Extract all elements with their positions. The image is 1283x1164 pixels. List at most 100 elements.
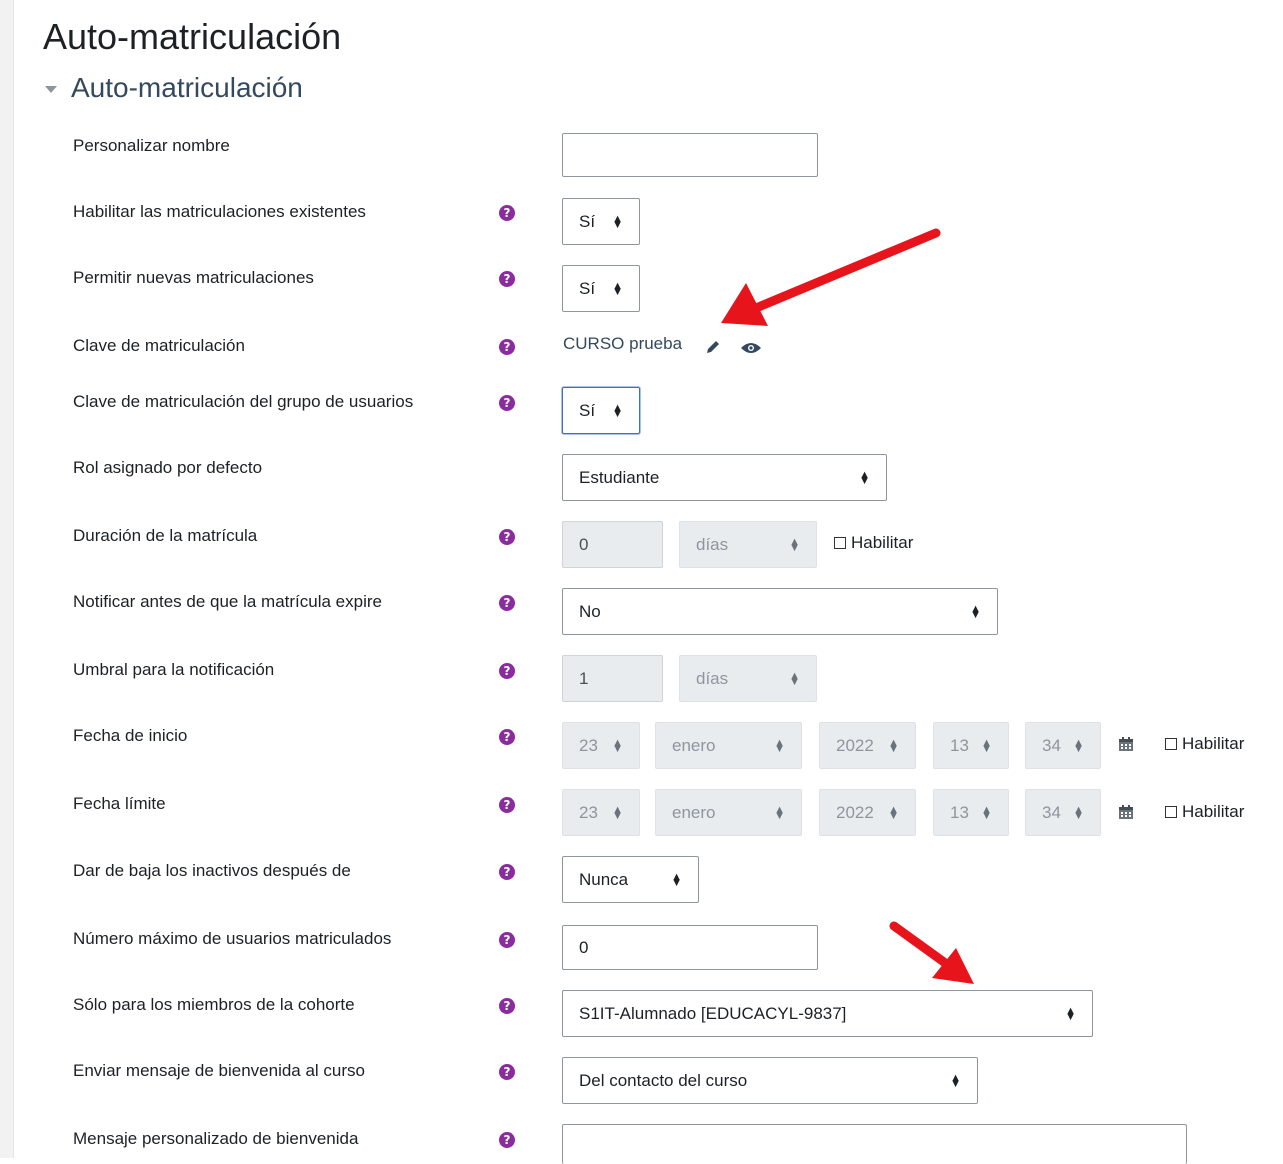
help-icon[interactable]: ? <box>499 339 515 355</box>
threshold-input[interactable]: 1 <box>562 655 663 702</box>
help-icon[interactable]: ? <box>499 663 515 679</box>
annotation-arrow-icon <box>721 228 941 326</box>
select-value: Sí <box>579 400 596 420</box>
end-date-label: Fecha límite <box>73 794 166 813</box>
help-icon[interactable]: ? <box>499 729 515 745</box>
duration-unit-select[interactable]: días ▲ ▼ <box>679 521 817 568</box>
select-value: Sí <box>579 278 596 298</box>
notify-select[interactable]: No ▲ ▼ <box>562 588 998 635</box>
annotation-arrow-icon <box>889 921 974 984</box>
select-value: 34 <box>1042 735 1061 755</box>
welcome-select[interactable]: Del contacto del curso ▲ ▼ <box>562 1057 978 1104</box>
select-value: 13 <box>950 802 969 822</box>
select-value: Nunca <box>579 869 629 889</box>
custom-name-label: Personalizar nombre <box>73 136 230 155</box>
end-date-enable-checkbox[interactable]: Habilitar <box>1165 802 1244 822</box>
checkbox-label: Habilitar <box>1182 734 1245 753</box>
select-value: 34 <box>1042 802 1061 822</box>
select-value: días <box>696 534 729 554</box>
select-arrows-icon: ▲ ▼ <box>888 803 899 822</box>
calendar-icon[interactable] <box>1118 804 1134 820</box>
threshold-unit-select[interactable]: días ▲ ▼ <box>679 655 817 702</box>
select-arrows-icon: ▲ ▼ <box>612 803 623 822</box>
select-arrows-icon: ▲ ▼ <box>789 669 800 688</box>
select-arrows-icon: ▲ ▼ <box>859 468 870 487</box>
max-enrolled-input[interactable]: 0 <box>562 925 818 970</box>
enable-existing-label: Habilitar las matriculaciones existentes <box>73 202 366 221</box>
threshold-label: Umbral para la notificación <box>73 660 275 679</box>
checkbox-box[interactable] <box>1165 806 1177 818</box>
select-arrows-icon: ▲ ▼ <box>612 279 623 298</box>
select-value: 23 <box>579 735 598 755</box>
allow-new-select[interactable]: Sí ▲ ▼ <box>562 265 640 312</box>
select-arrows-icon: ▲ ▼ <box>970 602 981 621</box>
group-key-select[interactable]: Sí ▲ ▼ <box>562 387 640 434</box>
start-hour-select[interactable]: 13 ▲ ▼ <box>933 722 1009 769</box>
duration-label: Duración de la matrícula <box>73 526 258 545</box>
help-icon[interactable]: ? <box>499 1132 515 1148</box>
end-year-select[interactable]: 2022 ▲ ▼ <box>819 789 916 836</box>
select-value: 2022 <box>836 735 874 755</box>
cohort-select[interactable]: S1IT-Alumnado [EDUCACYL-9837] ▲ ▼ <box>562 990 1093 1037</box>
help-icon[interactable]: ? <box>499 205 515 221</box>
select-arrows-icon: ▲ ▼ <box>981 736 992 755</box>
calendar-icon[interactable] <box>1118 736 1134 752</box>
help-icon[interactable]: ? <box>499 998 515 1014</box>
select-arrows-icon: ▲ ▼ <box>671 870 682 889</box>
unenrol-inactive-select[interactable]: Nunca ▲ ▼ <box>562 856 699 903</box>
enrol-key-value[interactable]: CURSO prueba <box>563 334 682 354</box>
start-month-select[interactable]: enero ▲ ▼ <box>655 722 802 769</box>
help-icon[interactable]: ? <box>499 797 515 813</box>
help-icon[interactable]: ? <box>499 864 515 880</box>
notify-label: Notificar antes de que la matrícula expi… <box>73 592 382 611</box>
select-value: Estudiante <box>579 467 660 487</box>
checkbox-box[interactable] <box>1165 738 1177 750</box>
end-day-select[interactable]: 23 ▲ ▼ <box>562 789 640 836</box>
enable-existing-select[interactable]: Sí ▲ ▼ <box>562 198 640 245</box>
duration-enable-checkbox[interactable]: Habilitar <box>834 533 913 553</box>
end-hour-select[interactable]: 13 ▲ ▼ <box>933 789 1009 836</box>
default-role-label: Rol asignado por defecto <box>73 458 263 477</box>
show-password-eye-icon[interactable] <box>740 341 762 355</box>
start-date-enable-checkbox[interactable]: Habilitar <box>1165 734 1244 754</box>
select-value: enero <box>672 735 716 755</box>
select-value: Del contacto del curso <box>579 1070 748 1090</box>
select-value: enero <box>672 802 716 822</box>
select-value: 13 <box>950 735 969 755</box>
select-value: Sí <box>579 211 596 231</box>
edit-pencil-icon[interactable] <box>704 338 722 356</box>
select-value: S1IT-Alumnado [EDUCACYL-9837] <box>579 1003 847 1023</box>
help-icon[interactable]: ? <box>499 271 515 287</box>
enrol-key-label: Clave de matriculación <box>73 336 245 355</box>
checkbox-label: Habilitar <box>851 533 914 552</box>
help-icon[interactable]: ? <box>499 529 515 545</box>
section-header[interactable]: Auto-matriculación <box>45 72 303 104</box>
help-icon[interactable]: ? <box>499 1064 515 1080</box>
custom-name-input[interactable] <box>562 133 818 177</box>
select-arrows-icon: ▲ ▼ <box>789 535 800 554</box>
section-title: Auto-matriculación <box>71 72 303 103</box>
select-arrows-icon: ▲ ▼ <box>774 736 785 755</box>
select-arrows-icon: ▲ ▼ <box>950 1071 961 1090</box>
allow-new-label: Permitir nuevas matriculaciones <box>73 268 314 287</box>
collapse-caret-icon[interactable] <box>45 85 57 93</box>
select-arrows-icon: ▲ ▼ <box>612 736 623 755</box>
select-arrows-icon: ▲ ▼ <box>1065 1004 1076 1023</box>
help-icon[interactable]: ? <box>499 395 515 411</box>
checkbox-box[interactable] <box>834 537 846 549</box>
duration-input[interactable]: 0 <box>562 521 663 568</box>
start-minute-select[interactable]: 34 ▲ ▼ <box>1025 722 1101 769</box>
custom-welcome-label: Mensaje personalizado de bienvenida <box>73 1129 359 1148</box>
end-minute-select[interactable]: 34 ▲ ▼ <box>1025 789 1101 836</box>
help-icon[interactable]: ? <box>499 932 515 948</box>
start-year-select[interactable]: 2022 ▲ ▼ <box>819 722 916 769</box>
start-day-select[interactable]: 23 ▲ ▼ <box>562 722 640 769</box>
end-month-select[interactable]: enero ▲ ▼ <box>655 789 802 836</box>
help-icon[interactable]: ? <box>499 595 515 611</box>
select-arrows-icon: ▲ ▼ <box>981 803 992 822</box>
custom-welcome-textarea[interactable] <box>562 1124 1187 1164</box>
select-arrows-icon: ▲ ▼ <box>1073 736 1084 755</box>
left-border <box>0 0 14 1158</box>
select-value: 23 <box>579 802 598 822</box>
default-role-select[interactable]: Estudiante ▲ ▼ <box>562 454 887 501</box>
